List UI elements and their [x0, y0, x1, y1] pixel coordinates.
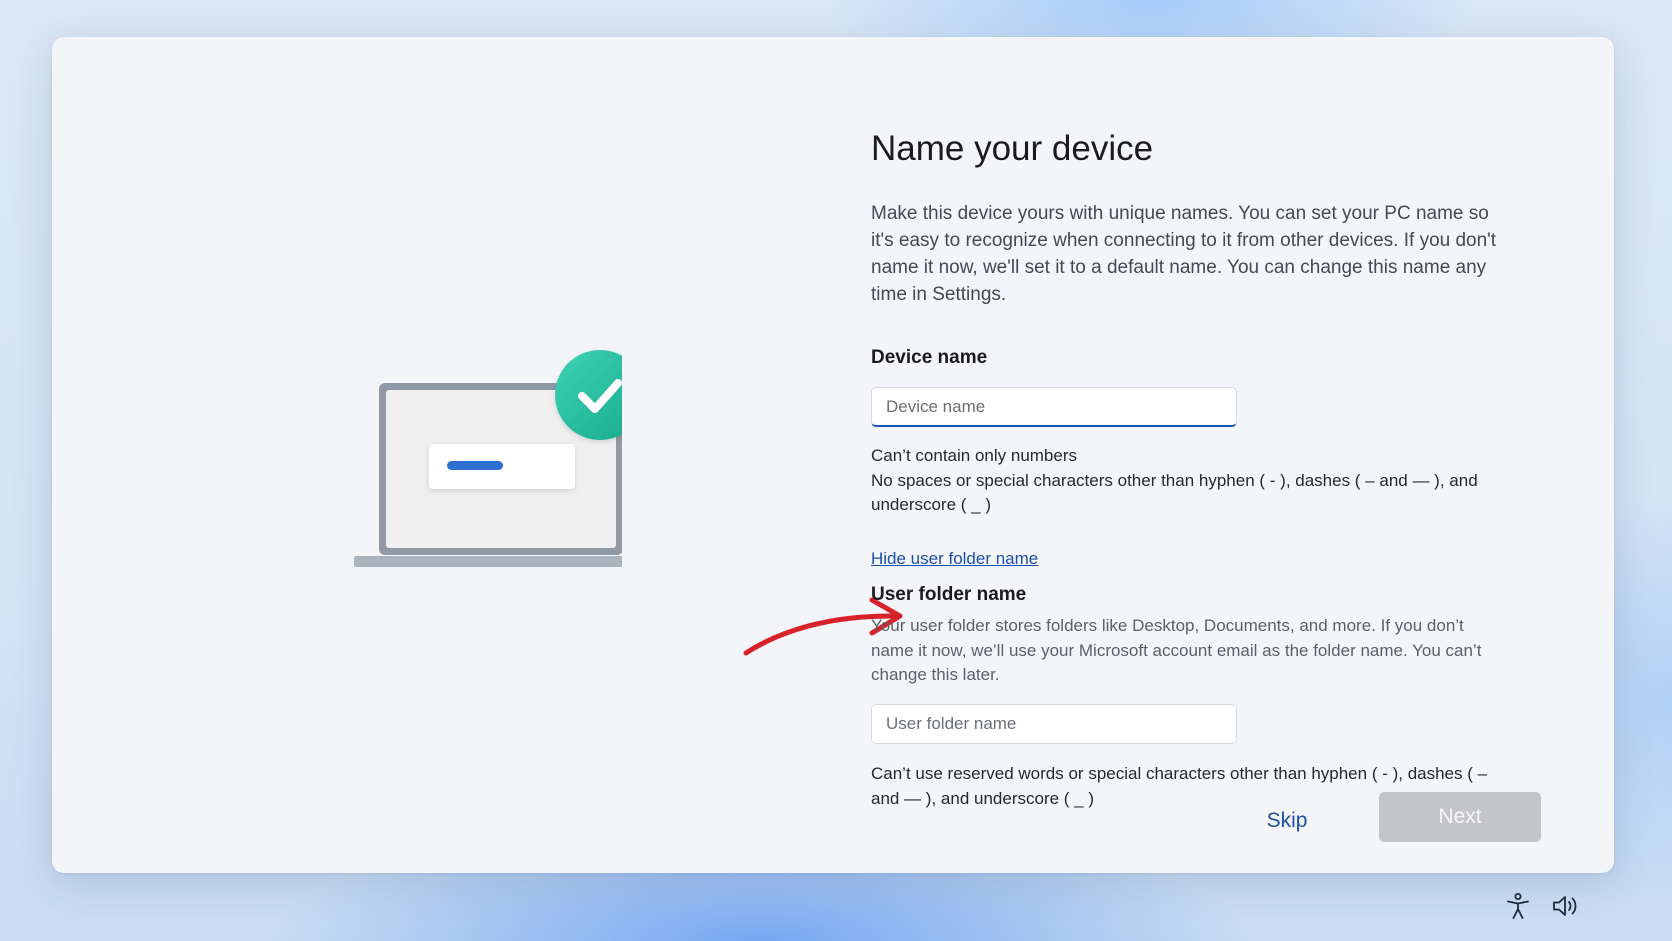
user-folder-description: Your user folder stores folders like Des…: [871, 616, 1482, 684]
device-name-rule: No spaces or special characters other th…: [871, 470, 1478, 515]
user-folder-input[interactable]: [871, 704, 1237, 744]
page-intro: Make this device yours with unique names…: [871, 203, 1497, 305]
device-name-rules: Can’t contain only numbers No spaces or …: [871, 444, 1511, 518]
next-button[interactable]: Next: [1379, 792, 1541, 842]
volume-icon[interactable]: [1550, 891, 1580, 921]
user-folder-label: User folder name: [871, 584, 1027, 605]
setup-window: Name your device Make this device yours …: [52, 37, 1614, 873]
skip-button[interactable]: Skip: [1237, 797, 1337, 845]
laptop-check-illustration: [354, 350, 622, 567]
device-name-label: Device name: [871, 347, 988, 368]
accessibility-icon[interactable]: [1503, 891, 1533, 921]
device-name-input[interactable]: [871, 387, 1237, 427]
page-title: Name your device: [871, 129, 1154, 168]
hide-user-folder-link[interactable]: Hide user folder name: [871, 549, 1038, 569]
device-name-rule: Can’t contain only numbers: [871, 446, 1078, 465]
